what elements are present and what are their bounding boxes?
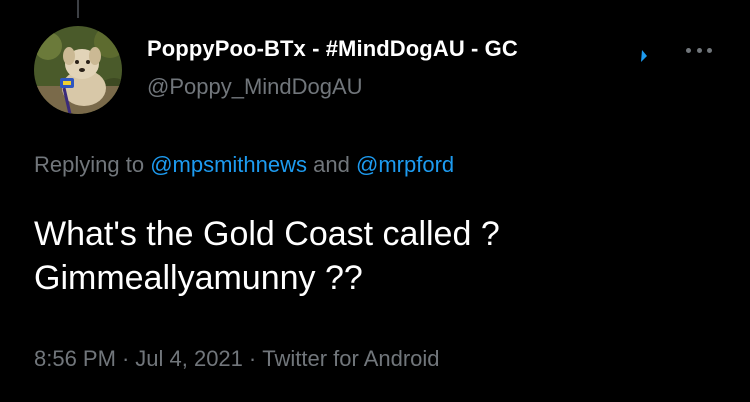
author-handle[interactable]: @Poppy_MindDogAU	[147, 74, 363, 100]
thread-connector-line	[77, 0, 79, 18]
author-display-name[interactable]: PoppyPoo-BTx - #MindDogAU - GC	[147, 36, 518, 62]
replying-to-line: Replying to @mpsmithnews and @mrpford	[34, 152, 454, 178]
tweet-time[interactable]: 8:56 PM	[34, 346, 116, 371]
tweet-body: What's the Gold Coast called ? Gimmeally…	[34, 212, 724, 300]
dot-icon	[696, 47, 702, 53]
replying-to-prefix: Replying to	[34, 152, 145, 177]
badge-mark-icon	[641, 50, 647, 62]
tweet-text-line: Gimmeallyamunny ??	[34, 259, 363, 297]
replying-to-conjunction: and	[313, 152, 350, 177]
dot-icon	[707, 47, 712, 53]
mention-link-mpsmithnews[interactable]: @mpsmithnews	[150, 152, 307, 177]
avatar[interactable]	[34, 26, 122, 114]
dog-avatar-icon	[34, 26, 122, 114]
meta-separator: ·	[121, 346, 130, 371]
mention-link-mrpford[interactable]: @mrpford	[356, 152, 454, 177]
tweet-source[interactable]: Twitter for Android	[262, 346, 439, 371]
dot-icon	[686, 47, 691, 53]
more-options-button[interactable]	[682, 42, 716, 58]
tweet-text-line: What's the Gold Coast called ?	[34, 215, 500, 253]
meta-separator: ·	[248, 346, 257, 371]
tweet-date[interactable]: Jul 4, 2021	[135, 346, 243, 371]
tweet-detail: PoppyPoo-BTx - #MindDogAU - GC @Poppy_Mi…	[0, 0, 750, 402]
tweet-metadata: 8:56 PM · Jul 4, 2021 · Twitter for Android	[34, 346, 440, 372]
